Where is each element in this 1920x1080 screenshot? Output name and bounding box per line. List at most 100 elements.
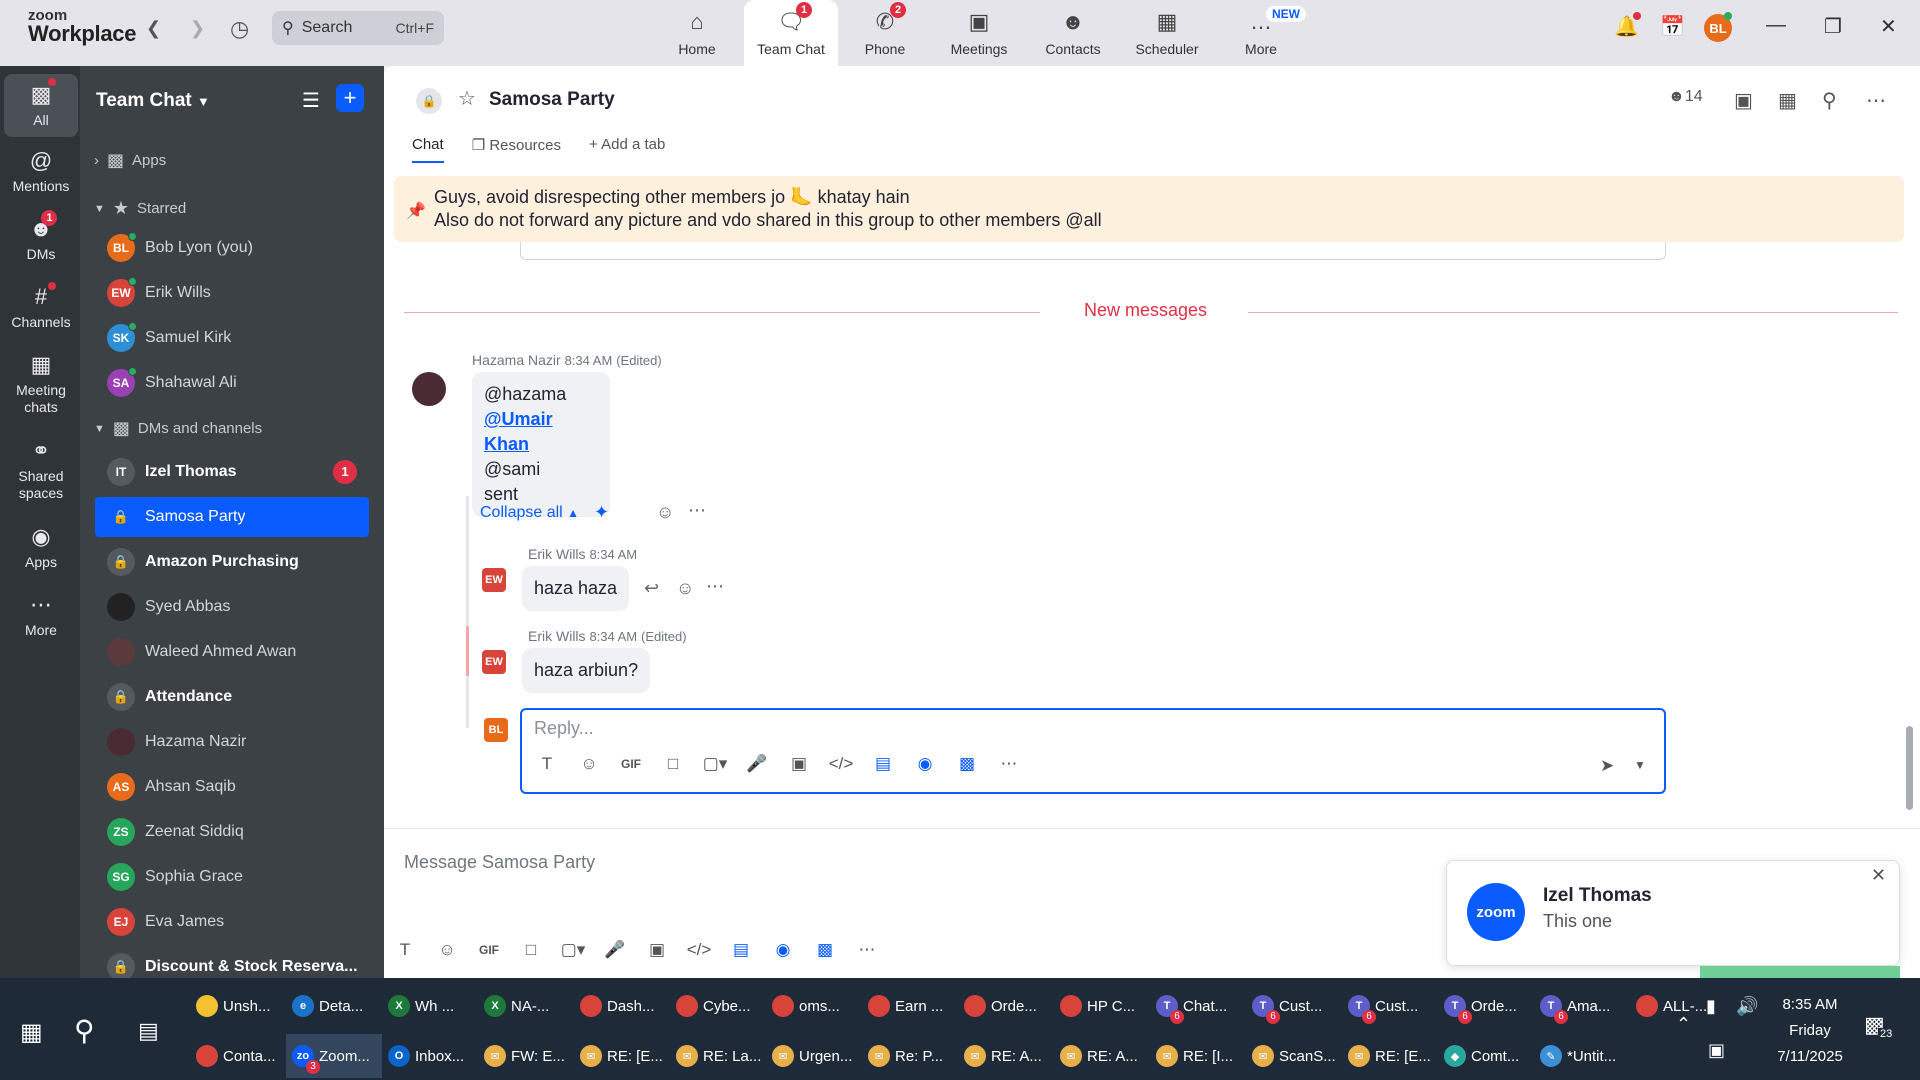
taskbar-app-comt[interactable]: ◆ Comt... (1438, 1034, 1534, 1078)
screenshot-icon[interactable]: ▢▾ (694, 754, 736, 774)
section-apps[interactable]: › ▩ Apps (94, 150, 166, 171)
rail-more[interactable]: ⋯ More (4, 592, 78, 639)
taskbar-app-re-e[interactable]: ✉ RE: [E... (574, 1034, 670, 1078)
gif-button[interactable]: GIF (610, 757, 652, 771)
taskbar-app-cust[interactable]: T 6 Cust... (1342, 984, 1438, 1028)
taskbar-app-re-a[interactable]: ✉ RE: A... (958, 1034, 1054, 1078)
forward-arrow-icon[interactable]: ❯ (190, 18, 205, 39)
nav-home[interactable]: ⌂ Home (650, 0, 744, 66)
history-icon[interactable]: ◷ (230, 16, 249, 42)
rail-apps[interactable]: ◉ Apps (4, 524, 78, 571)
nav-phone[interactable]: ✆ 2 Phone (838, 0, 932, 66)
taskbar-app-zoom[interactable]: zo 3 Zoom... (286, 1034, 382, 1078)
file-icon[interactable]: □ (510, 940, 552, 960)
taskbar-app-re-a[interactable]: ✉ RE: A... (1054, 1034, 1150, 1078)
rail-shared-spaces[interactable]: ⚭ Shared spaces (4, 438, 78, 502)
system-clock[interactable]: 8:35 AM Friday 7/11/2025 (1770, 992, 1850, 1070)
sidebar-item-eva-james[interactable]: EJ Eva James (95, 902, 369, 942)
channel-title[interactable]: Samosa Party (489, 89, 615, 111)
code-icon[interactable]: </> (678, 940, 720, 960)
taskbar-app-urgen[interactable]: ✉ Urgen... (766, 1034, 862, 1078)
app-icon-3[interactable]: ▩ (804, 940, 846, 960)
sidebar-title[interactable]: Team Chat ▼ (96, 90, 210, 112)
nav-scheduler[interactable]: ▦ Scheduler (1120, 0, 1214, 66)
search-icon[interactable]: ⚲ (74, 1014, 95, 1047)
collapse-all-button[interactable]: Collapse all ▲ (480, 504, 579, 522)
mention-link[interactable]: @Umair Khan (484, 407, 598, 457)
taskbar-app-earn[interactable]: Earn ... (862, 984, 958, 1028)
app-icon-3[interactable]: ▩ (946, 754, 988, 774)
microphone-icon[interactable]: 🎤 (736, 754, 778, 774)
rail-dms[interactable]: ☻ 1 DMs (4, 210, 78, 263)
format-text-icon[interactable]: T (384, 940, 426, 960)
app-icon-1[interactable]: ▤ (720, 940, 762, 960)
windows-start-icon[interactable]: ▦ (20, 1018, 43, 1047)
message-input[interactable]: Message Samosa Party (404, 852, 595, 873)
video-clip-icon[interactable]: ▣ (778, 754, 820, 774)
sidebar-item-waleed-ahmed-awan[interactable]: Waleed Ahmed Awan (95, 632, 369, 672)
sidebar-item-samosa-party[interactable]: 🔒 Samosa Party (95, 497, 369, 537)
sidebar-item-zeenat-siddiq[interactable]: ZS Zeenat Siddiq (95, 812, 369, 852)
chevron-up-icon[interactable]: ⌃ (1676, 1014, 1691, 1035)
taskbar-app-hp-c[interactable]: HP C... (1054, 984, 1150, 1028)
more-options-icon[interactable]: ⋯ (1866, 88, 1886, 113)
close-window-icon[interactable]: ✕ (1880, 14, 1897, 39)
app-icon-2[interactable]: ◉ (904, 754, 946, 774)
sparkle-icon[interactable]: ✦ (594, 502, 609, 523)
nav-meetings[interactable]: ▣ Meetings (932, 0, 1026, 66)
volume-icon[interactable]: 🔊 (1736, 996, 1758, 1017)
sidebar-item-shahawal-ali[interactable]: SA Shahawal Ali (95, 363, 369, 403)
gif-button[interactable]: GIF (468, 943, 510, 957)
notification-center-icon[interactable]: ▩ 23 (1864, 1012, 1895, 1040)
tab-resources[interactable]: ❐ Resources (472, 136, 561, 163)
taskbar-app-untit[interactable]: ✎ *Untit... (1534, 1034, 1630, 1078)
taskbar-app-re-e[interactable]: ✉ RE: [E... (1342, 1034, 1438, 1078)
more-tools-icon[interactable]: ⋯ (846, 940, 888, 960)
scrollbar-thumb[interactable] (1906, 726, 1913, 810)
taskbar-app-unsh[interactable]: Unsh... (190, 984, 286, 1028)
taskbar-app-cust[interactable]: T 6 Cust... (1246, 984, 1342, 1028)
taskbar-app-oms[interactable]: oms... (766, 984, 862, 1028)
video-clip-icon[interactable]: ▣ (636, 940, 678, 960)
taskbar-app-chat[interactable]: T 6 Chat... (1150, 984, 1246, 1028)
app-icon-2[interactable]: ◉ (762, 940, 804, 960)
avatar[interactable] (412, 372, 446, 406)
file-icon[interactable]: □ (652, 754, 694, 774)
code-icon[interactable]: </> (820, 754, 862, 774)
avatar[interactable]: EW (482, 568, 506, 592)
add-reaction-icon[interactable]: ☺ (676, 578, 694, 599)
format-text-icon[interactable]: T (526, 754, 568, 774)
nav-contacts[interactable]: ☻ Contacts (1026, 0, 1120, 66)
microphone-icon[interactable]: 🎤 (594, 940, 636, 960)
notification-toast[interactable]: zoom Izel Thomas This one ✕ (1446, 860, 1900, 966)
rail-all[interactable]: ▩ All (4, 74, 78, 138)
taskbar-app-inbox[interactable]: O Inbox... (382, 1034, 478, 1078)
emoji-icon[interactable]: ☺ (568, 754, 610, 774)
sidebar-item-attendance[interactable]: 🔒 Attendance (95, 677, 369, 717)
section-dms-channels[interactable]: ▼ ▩ DMs and channels (94, 418, 262, 439)
sidebar-item-bob-lyon-you[interactable]: BL Bob Lyon (you) (95, 228, 369, 268)
nav-more[interactable]: … NEW More (1214, 0, 1308, 66)
screenshot-icon[interactable]: ▢▾ (552, 940, 594, 960)
sidebar-item-izel-thomas[interactable]: IT Izel Thomas 1 (95, 452, 369, 492)
more-tools-icon[interactable]: ⋯ (988, 754, 1030, 774)
rail-channels[interactable]: # Channels (4, 284, 78, 331)
reply-icon[interactable]: ↩ (644, 578, 659, 599)
reply-input[interactable]: Reply... T ☺ GIF □ ▢▾ 🎤 ▣ </> ▤ ◉ ▩ ⋯ ➤ … (520, 708, 1666, 794)
taskbar-app-orde[interactable]: Orde... (958, 984, 1054, 1028)
sidebar-item-samuel-kirk[interactable]: SK Samuel Kirk (95, 318, 369, 358)
taskbar-app-deta[interactable]: e Deta... (286, 984, 382, 1028)
taskbar-app-fw-e[interactable]: ✉ FW: E... (478, 1034, 574, 1078)
filter-icon[interactable]: ☰ (302, 88, 320, 113)
sidebar-item-erik-wills[interactable]: EW Erik Wills (95, 273, 369, 313)
taskbar-app-conta[interactable]: Conta... (190, 1034, 286, 1078)
star-outline-icon[interactable]: ☆ (458, 86, 476, 111)
sidebar-item-amazon-purchasing[interactable]: 🔒 Amazon Purchasing (95, 542, 369, 582)
send-icon[interactable]: ➤ (1600, 756, 1614, 776)
section-starred[interactable]: ▼ ★ Starred (94, 198, 186, 219)
rail-mentions[interactable]: @ Mentions (4, 148, 78, 195)
taskbar-app-re-p[interactable]: ✉ Re: P... (862, 1034, 958, 1078)
taskbar-app-re-la[interactable]: ✉ RE: La... (670, 1034, 766, 1078)
search-icon[interactable]: ⚲ (1822, 88, 1837, 113)
network-icon[interactable]: ▣ (1708, 1040, 1725, 1061)
